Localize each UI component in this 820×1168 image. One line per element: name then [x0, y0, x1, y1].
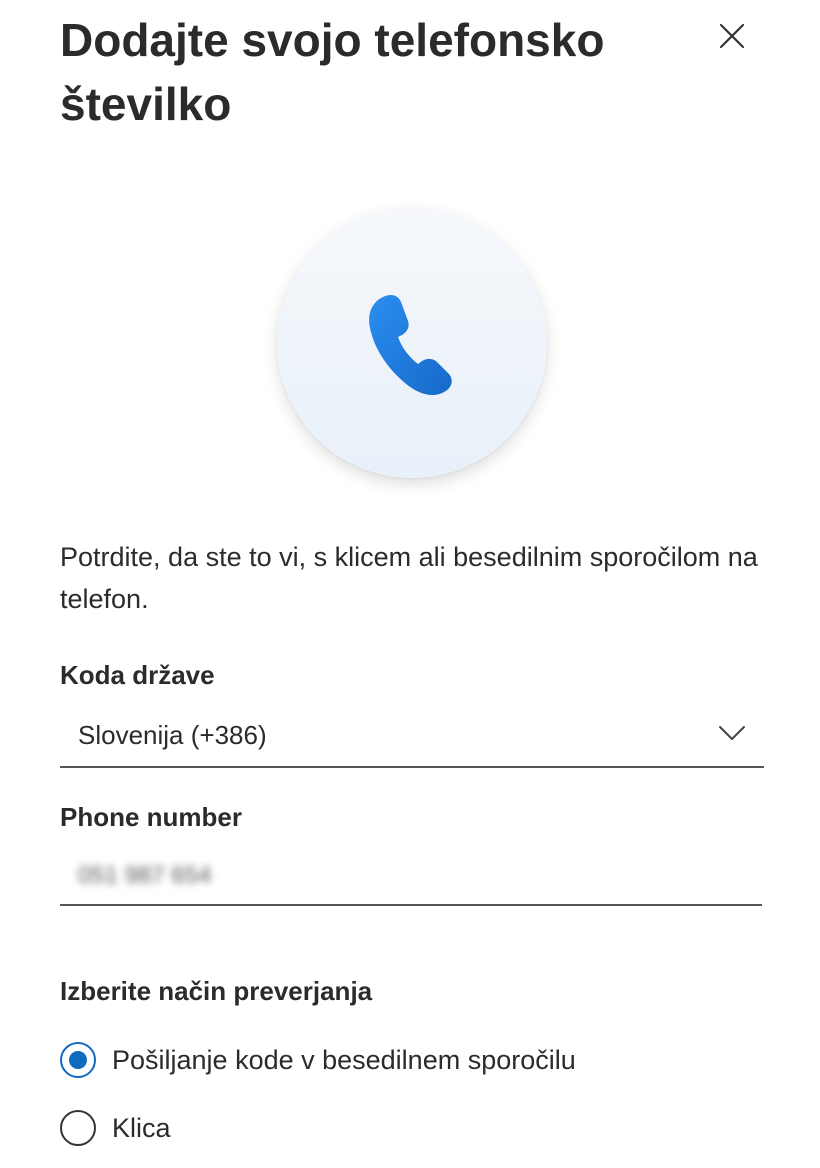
radio-option-sms[interactable]: Pošiljanje kode v besedilnem sporočilu: [60, 1042, 620, 1082]
call-radio-button[interactable]: [60, 1110, 96, 1146]
country-code-value: Slovenija (+386): [78, 720, 267, 750]
country-code-select[interactable]: Slovenija (+386): [60, 708, 764, 768]
phone-number-value: 051 987 654: [78, 862, 212, 889]
country-code-label: Koda države: [60, 660, 215, 690]
sms-radio-button[interactable]: [60, 1042, 96, 1078]
phone-illustration: [277, 208, 547, 478]
phone-icon: [369, 294, 452, 395]
verification-method-label: Izberite način preverjanja: [60, 976, 373, 1006]
description-text: Potrdite, da ste to vi, s klicem ali bes…: [60, 542, 758, 614]
close-icon: [719, 23, 745, 49]
phone-number-label: Phone number: [60, 802, 243, 832]
phone-number-input[interactable]: 051 987 654: [60, 850, 762, 906]
sms-option-label: Pošiljanje kode v besedilnem sporočilu: [112, 1045, 576, 1075]
page-title: Dodajte svojo telefonsko številko: [60, 14, 605, 130]
call-option-label: Klica: [112, 1113, 171, 1143]
chevron-down-icon: [719, 726, 745, 740]
close-button[interactable]: [712, 16, 752, 56]
radio-option-call[interactable]: Klica: [60, 1110, 260, 1150]
add-phone-dialog: Dodajte svojo telefonsko številko Potrdi…: [0, 0, 820, 1168]
